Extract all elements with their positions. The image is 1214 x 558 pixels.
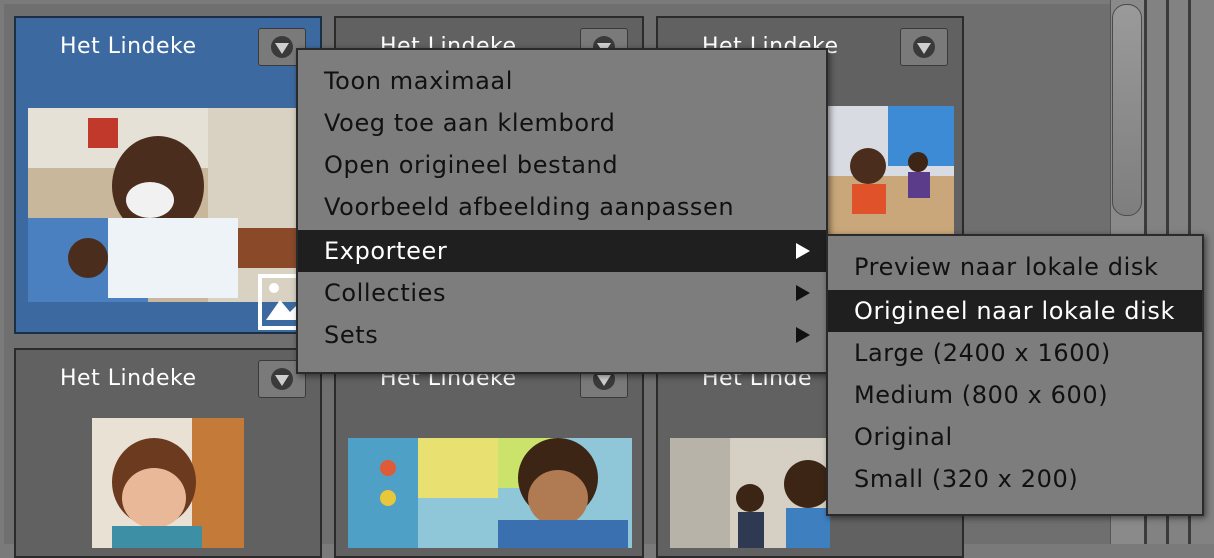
menu-item-label: Open origineel bestand [324,151,619,179]
menu-item-exporteer[interactable]: Exporteer [298,230,826,272]
photo-thumbnail[interactable] [92,418,244,548]
photo-classroom-children [670,438,830,548]
chevron-down-circle-icon [913,36,935,58]
submenu-arrow-icon [796,327,810,343]
menu-item-label: Preview naar lokale disk [854,253,1159,281]
menu-item-voeg-toe-klembord[interactable]: Voeg toe aan klembord [298,102,826,144]
photo-child-playing [348,438,632,548]
menu-item-voorbeeld-aanpassen[interactable]: Voorbeeld afbeelding aanpassen [298,186,826,228]
context-menu: Toon maximaal Voeg toe aan klembord Open… [296,48,828,374]
menu-item-label: Large (2400 x 1600) [854,339,1111,367]
menu-item-collecties[interactable]: Collecties [298,272,826,314]
menu-item-label: Collecties [324,279,447,307]
export-submenu: Preview naar lokale disk Origineel naar … [826,234,1204,516]
submenu-item-original[interactable]: Original [828,416,1202,458]
menu-item-label: Sets [324,321,379,349]
submenu-arrow-icon [796,285,810,301]
photo-browser: Het Lindeke Het Lindeke Het Lindeke Het … [0,0,1214,558]
submenu-item-preview-lokale-disk[interactable]: Preview naar lokale disk [828,246,1202,288]
submenu-item-small[interactable]: Small (320 x 200) [828,458,1202,500]
photo-tile[interactable]: Het Lindeke [14,16,322,334]
menu-item-label: Exporteer [324,237,448,265]
submenu-arrow-icon [796,243,810,259]
menu-item-label: Medium (800 x 600) [854,381,1109,409]
chevron-down-circle-icon [271,368,293,390]
submenu-item-large[interactable]: Large (2400 x 1600) [828,332,1202,374]
chevron-down-circle-icon [271,36,293,58]
scrollbar-thumb[interactable] [1112,4,1142,216]
photo-child-smiling [92,418,244,548]
menu-item-toon-maximaal[interactable]: Toon maximaal [298,60,826,102]
menu-item-label: Voorbeeld afbeelding aanpassen [324,193,735,221]
menu-item-open-origineel[interactable]: Open origineel bestand [298,144,826,186]
photo-thumbnail[interactable] [828,106,954,234]
photo-tile[interactable]: Het Lindeke [334,348,644,558]
menu-item-sets[interactable]: Sets [298,314,826,356]
menu-item-label: Small (320 x 200) [854,465,1079,493]
menu-item-label: Original [854,423,953,451]
photo-classroom [828,106,954,234]
menu-item-label: Voeg toe aan klembord [324,109,616,137]
submenu-item-medium[interactable]: Medium (800 x 600) [828,374,1202,416]
photo-tile[interactable]: Het Lindeke [14,348,322,558]
submenu-item-origineel-lokale-disk[interactable]: Origineel naar lokale disk [828,290,1202,332]
photo-thumbnail[interactable] [348,438,632,548]
photo-thumbnail[interactable] [670,438,830,548]
menu-item-label: Origineel naar lokale disk [854,297,1175,325]
tile-menu-button[interactable] [900,28,948,66]
menu-item-label: Toon maximaal [324,67,514,95]
